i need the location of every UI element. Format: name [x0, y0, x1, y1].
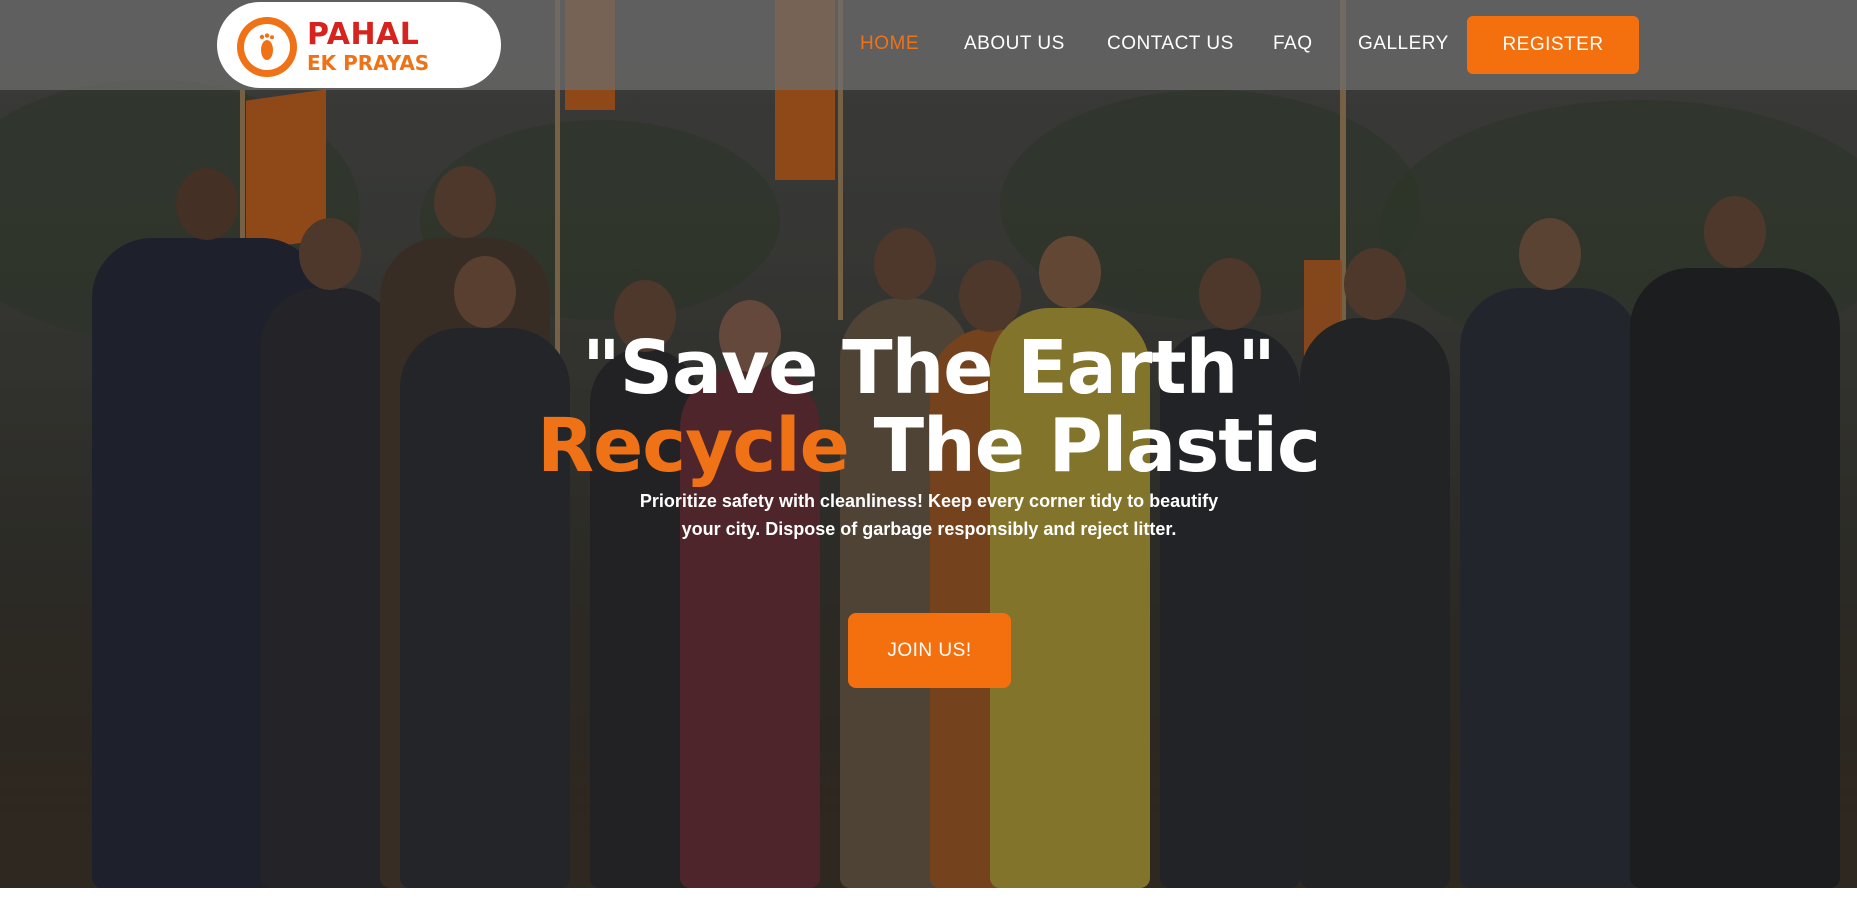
footprint-icon: [259, 33, 274, 60]
hero-headline-accent: Recycle: [537, 403, 850, 489]
brand-name: PAHAL: [307, 17, 420, 52]
nav-gallery[interactable]: GALLERY: [1358, 33, 1449, 55]
brand-tagline: EK PRAYAS: [307, 51, 430, 75]
hero-headline-line2: Recycle The Plastic: [0, 404, 1857, 488]
logo-badge: [237, 17, 297, 77]
brand-logo[interactable]: PAHAL EK PRAYAS: [217, 2, 501, 88]
nav-about-us[interactable]: ABOUT US: [964, 33, 1065, 55]
nav-home[interactable]: HOME: [860, 33, 919, 55]
nav-faq[interactable]: FAQ: [1273, 33, 1313, 55]
hero-headline-rest: The Plastic: [848, 403, 1321, 489]
hero-section: "Save The Earth" Recycle The Plastic Pri…: [0, 0, 1857, 888]
register-button[interactable]: REGISTER: [1467, 16, 1639, 74]
hero-headline-line1: "Save The Earth": [582, 325, 1276, 411]
top-navbar: PAHAL EK PRAYAS HOME ABOUT US CONTACT US…: [0, 0, 1857, 90]
hero-description: Prioritize safety with cleanliness! Keep…: [639, 491, 1219, 539]
join-us-button[interactable]: JOIN US!: [848, 613, 1011, 688]
nav-contact-us[interactable]: CONTACT US: [1107, 33, 1234, 55]
